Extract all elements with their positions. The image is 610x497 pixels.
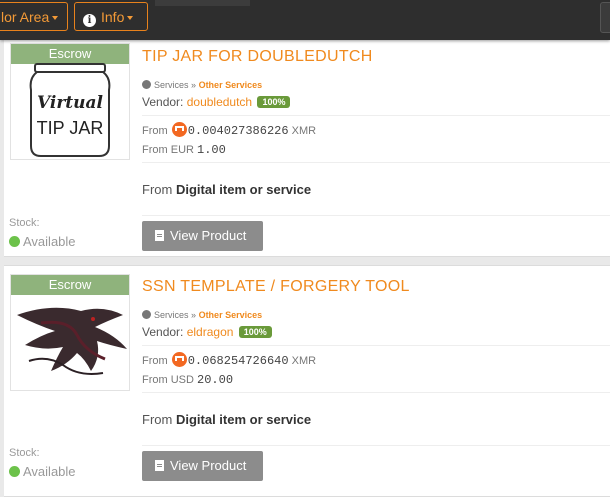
from-label: From xyxy=(142,144,168,156)
nav-search-bar[interactable] xyxy=(155,0,250,6)
rating-badge: 100% xyxy=(238,326,272,338)
product-title[interactable]: TIP JAR FOR DOUBLEDUTCH xyxy=(142,48,373,66)
ship-from-label: From xyxy=(142,412,173,427)
ship-from-value: Digital item or service xyxy=(175,182,312,197)
xmr-price: 0.068254726640 xyxy=(187,354,289,368)
vendor-line: Vendor: doubledutch 100% xyxy=(142,95,291,109)
from-label: From xyxy=(142,125,168,137)
document-icon xyxy=(155,230,164,241)
stock-label: Stock: xyxy=(9,217,40,229)
product-title[interactable]: SSN TEMPLATE / FORGERY TOOL xyxy=(142,278,410,296)
view-product-button[interactable]: View Product xyxy=(142,221,263,251)
view-product-label: View Product xyxy=(170,228,247,243)
ship-from-label: From xyxy=(142,182,173,197)
vendor-area-label: lor Area xyxy=(1,9,50,25)
stock-status: Available xyxy=(9,234,76,249)
xmr-price-line: From 0.004027386226 XMR xyxy=(142,122,316,138)
monero-icon xyxy=(171,122,187,137)
xmr-unit: XMR xyxy=(291,355,317,367)
divider xyxy=(142,215,610,216)
stock-status: Available xyxy=(9,464,76,479)
vendor-line: Vendor: eldragon 100% xyxy=(142,325,272,339)
info-icon: i xyxy=(83,14,96,27)
divider xyxy=(142,445,610,446)
nav-right-button[interactable] xyxy=(600,2,610,33)
document-icon xyxy=(155,460,164,471)
divider xyxy=(142,392,610,393)
rating-badge: 100% xyxy=(257,96,291,108)
ship-from-line: From Digital item or service xyxy=(142,182,311,197)
vendor-link[interactable]: doubledutch xyxy=(187,95,252,109)
category-parent[interactable]: Services xyxy=(154,80,189,90)
fiat-price-line: From USD 20.00 xyxy=(142,373,233,387)
xmr-unit: XMR xyxy=(291,125,317,137)
divider xyxy=(142,345,610,346)
product-card: Escrow Virtual TIP JAR TIP JAR FOR DOUBL… xyxy=(4,30,610,257)
divider xyxy=(142,162,610,163)
from-label: From xyxy=(142,355,168,367)
tip-jar-image: Virtual TIP JAR xyxy=(29,63,111,157)
category-separator: » xyxy=(191,310,197,320)
info-label: Info xyxy=(101,9,125,25)
available-dot-icon xyxy=(9,236,20,247)
category-parent[interactable]: Services xyxy=(154,310,189,320)
fiat-price-line: From EUR 1.00 xyxy=(142,143,226,157)
stock-value: Available xyxy=(23,234,76,249)
view-product-button[interactable]: View Product xyxy=(142,451,263,481)
user-icon xyxy=(142,310,151,319)
ship-from-value: Digital item or service xyxy=(175,412,312,427)
dragon-image xyxy=(17,307,127,375)
vendor-label: Vendor: xyxy=(142,95,184,109)
ship-from-line: From Digital item or service xyxy=(142,412,311,427)
info-dropdown[interactable]: i Info xyxy=(74,2,148,31)
fiat-currency: USD xyxy=(170,374,194,386)
product-thumbnail[interactable]: Escrow xyxy=(10,274,130,391)
category-breadcrumb: Services » Other Services xyxy=(142,310,262,320)
vendor-link[interactable]: eldragon xyxy=(187,325,234,339)
from-label: From xyxy=(142,374,168,386)
divider xyxy=(142,115,610,116)
view-product-label: View Product xyxy=(170,458,247,473)
fiat-price: 1.00 xyxy=(197,143,226,157)
vendor-label: Vendor: xyxy=(142,325,184,339)
user-icon xyxy=(142,80,151,89)
category-separator: » xyxy=(191,80,197,90)
caret-down-icon xyxy=(127,16,134,21)
thumbnail-text-2: TIP JAR xyxy=(37,118,104,138)
top-navbar: lor Area i Info xyxy=(0,0,610,40)
stock-value: Available xyxy=(23,464,76,479)
fiat-currency: EUR xyxy=(170,144,194,156)
category-link[interactable]: Other Services xyxy=(199,80,263,90)
category-link[interactable]: Other Services xyxy=(199,310,263,320)
xmr-price-line: From 0.068254726640 XMR xyxy=(142,352,316,368)
caret-down-icon xyxy=(52,16,59,21)
product-card: Escrow SSN TEMPLATE / FORGERY TOOL Servi… xyxy=(4,265,610,497)
fiat-price: 20.00 xyxy=(197,373,234,387)
thumbnail-text-1: Virtual xyxy=(37,93,104,113)
category-breadcrumb: Services » Other Services xyxy=(142,80,262,90)
xmr-price: 0.004027386226 xyxy=(187,124,289,138)
vendor-area-dropdown[interactable]: lor Area xyxy=(0,2,68,31)
available-dot-icon xyxy=(9,466,20,477)
stock-label: Stock: xyxy=(9,447,40,459)
monero-icon xyxy=(171,352,187,367)
product-thumbnail[interactable]: Escrow Virtual TIP JAR xyxy=(10,43,130,160)
